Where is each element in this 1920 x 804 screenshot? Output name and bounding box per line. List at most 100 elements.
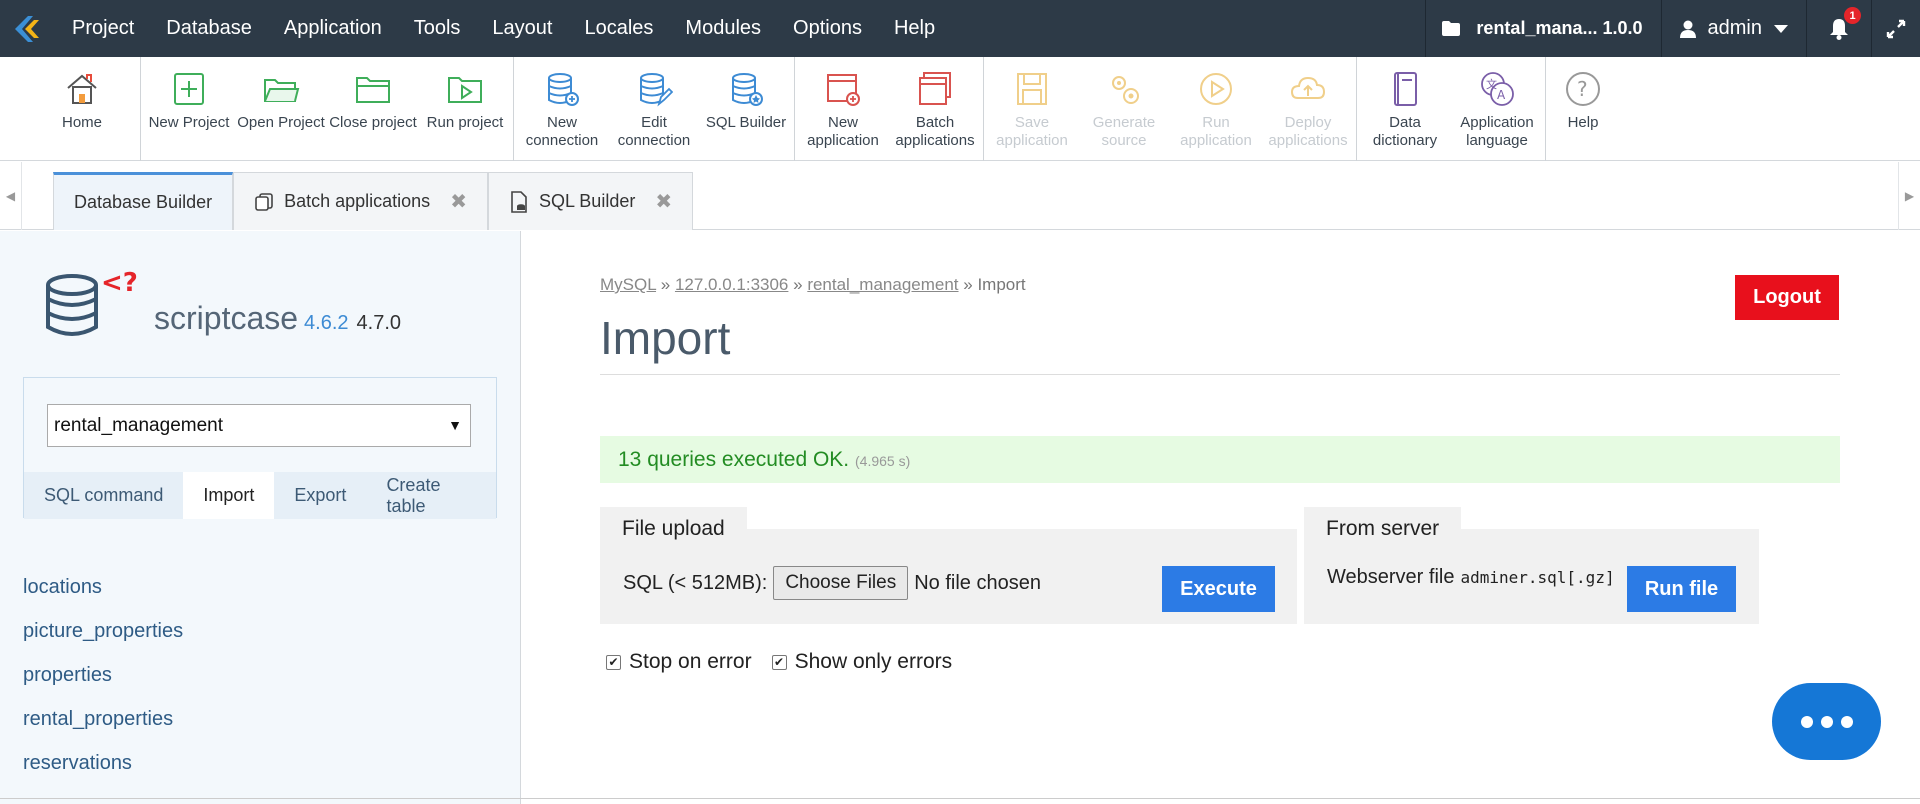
deploy-applications-label: Deploy applications [1268,114,1348,149]
execute-button[interactable]: Execute [1162,566,1275,612]
logout-button[interactable]: Logout [1735,275,1839,320]
tab-batch-applications[interactable]: Batch applications ✖ [233,172,488,230]
show-only-errors-label: Show only errors [794,650,953,673]
toolbar-group-help: ? Help [1546,57,1620,161]
menu-layout[interactable]: Layout [476,0,568,57]
save-application-label: Save application [996,114,1068,149]
from-server-row: Webserver file adminer.sql[.gz] [1327,566,1615,589]
database-logo-icon: <? [46,269,138,336]
deploy-applications-button[interactable]: Deploy applications [1262,57,1354,161]
table-link-rental-properties[interactable]: rental_properties [23,697,183,741]
batch-applications-icon [919,72,951,105]
table-link-picture-properties[interactable]: picture_properties [23,609,183,653]
dot-icon [1820,715,1833,728]
tab-batch-applications-label: Batch applications [284,191,431,211]
tab-scroll-left-icon[interactable]: ◀ [0,162,22,230]
run-application-label: Run application [1180,114,1252,149]
breadcrumb-server[interactable]: 127.0.0.1:3306 [675,275,788,294]
run-project-button[interactable]: Run project [419,57,511,161]
database-select[interactable]: rental_management ▼ [47,404,471,447]
breadcrumb-driver[interactable]: MySQL [600,275,656,294]
generate-source-button[interactable]: Generate source [1078,57,1170,161]
tabs: Database Builder Batch applications ✖ SQ… [53,172,694,230]
sql-builder-label: SQL Builder [705,114,787,131]
bottom-divider [0,798,1920,799]
table-link-reservations[interactable]: reservations [23,741,183,785]
menu-project[interactable]: Project [56,0,150,57]
notification-count-badge: 1 [1844,7,1861,24]
new-application-icon [827,74,860,106]
current-project[interactable]: rental_mana... 1.0.0 [1425,0,1660,57]
database-actions: SQL command Import Export Create table [24,472,496,519]
sql-builder-button[interactable]: SQL Builder [700,57,792,161]
scriptcase-logo-icon[interactable] [0,0,56,57]
new-project-button[interactable]: New Project [143,57,235,161]
export-link[interactable]: Export [274,472,367,519]
new-application-label: New application [807,114,879,149]
menu-options[interactable]: Options [777,0,878,57]
help-button[interactable]: ? Help [1548,57,1618,161]
toolbar-group-project: New Project Open Project Close project R… [141,57,514,161]
data-dictionary-button[interactable]: Data dictionary [1359,57,1451,161]
from-server-fieldset: From server Webserver file adminer.sql[.… [1304,507,1759,624]
brand-name: scriptcase [154,300,299,336]
import-link[interactable]: Import [183,472,275,519]
menu-tools[interactable]: Tools [398,0,477,57]
edit-connection-button[interactable]: Edit connection [608,57,700,161]
brand-version-current[interactable]: 4.6.2 [304,312,348,335]
user-menu[interactable]: admin [1660,0,1806,57]
brand-version-new: 4.7.0 [356,312,402,334]
new-connection-label: New connection [525,114,599,149]
toolbar-group-connection: New connection Edit connection SQL Build… [514,57,795,161]
from-server-legend: From server [1304,507,1462,551]
tab-database-builder-label: Database Builder [74,192,213,212]
run-file-button[interactable]: Run file [1627,566,1736,612]
table-link-locations[interactable]: locations [23,565,183,609]
show-only-errors-checkbox[interactable]: ✔ [771,654,787,670]
table-link-properties[interactable]: properties [23,653,183,697]
play-icon [1200,73,1232,105]
breadcrumb-database[interactable]: rental_management [807,275,958,294]
batch-applications-button[interactable]: Batch applications [889,57,981,161]
home-button[interactable]: Home [42,57,122,161]
show-only-errors-option[interactable]: ✔ Show only errors [771,650,953,674]
sql-command-link[interactable]: SQL command [24,472,184,519]
menu-modules[interactable]: Modules [669,0,777,57]
toolbar-group-home: Home [0,57,141,161]
new-application-button[interactable]: New application [797,57,889,161]
save-icon [1017,73,1047,105]
folder-icon [1442,21,1461,36]
save-application-button[interactable]: Save application [986,57,1078,161]
user-icon [1679,20,1696,38]
menu-help[interactable]: Help [878,0,951,57]
run-application-button[interactable]: Run application [1170,57,1262,161]
create-table-link[interactable]: Create table [366,472,496,519]
notifications-button[interactable]: 1 [1806,0,1871,57]
close-tab-icon[interactable]: ✖ [450,189,467,214]
stop-on-error-checkbox[interactable]: ✔ [606,654,621,670]
open-project-button[interactable]: Open Project [235,57,327,161]
run-project-icon [448,77,482,103]
success-message-time: (4.965 s) [855,453,911,469]
adminer-sidebar: <? scriptcase 4.6.2 4.7.0 rental_managem… [0,231,521,804]
close-tab-icon[interactable]: ✖ [655,189,672,214]
tab-sql-builder[interactable]: SQL Builder ✖ [487,172,694,230]
stop-on-error-option[interactable]: ✔ Stop on error [606,650,752,674]
fullscreen-button[interactable] [1871,0,1920,57]
edit-connection-icon [640,73,673,107]
menu-application[interactable]: Application [268,0,398,57]
stop-on-error-label: Stop on error [629,650,752,673]
new-connection-button[interactable]: New connection [516,57,608,161]
chat-widget-button[interactable] [1772,683,1881,760]
database-select-value: rental_management [54,415,223,436]
application-language-button[interactable]: 文A Application language [1451,57,1543,161]
copy-icon [255,192,273,211]
choose-files-button[interactable]: Choose Files [773,566,909,600]
menu-database[interactable]: Database [150,0,268,57]
webserver-file-label: Webserver file [1327,566,1455,588]
tab-database-builder[interactable]: Database Builder [53,172,234,230]
tab-scroll-right-icon[interactable]: ▶ [1898,162,1920,230]
edit-connection-label: Edit connection [617,114,691,149]
close-project-button[interactable]: Close project [327,57,419,161]
menu-locales[interactable]: Locales [568,0,669,57]
